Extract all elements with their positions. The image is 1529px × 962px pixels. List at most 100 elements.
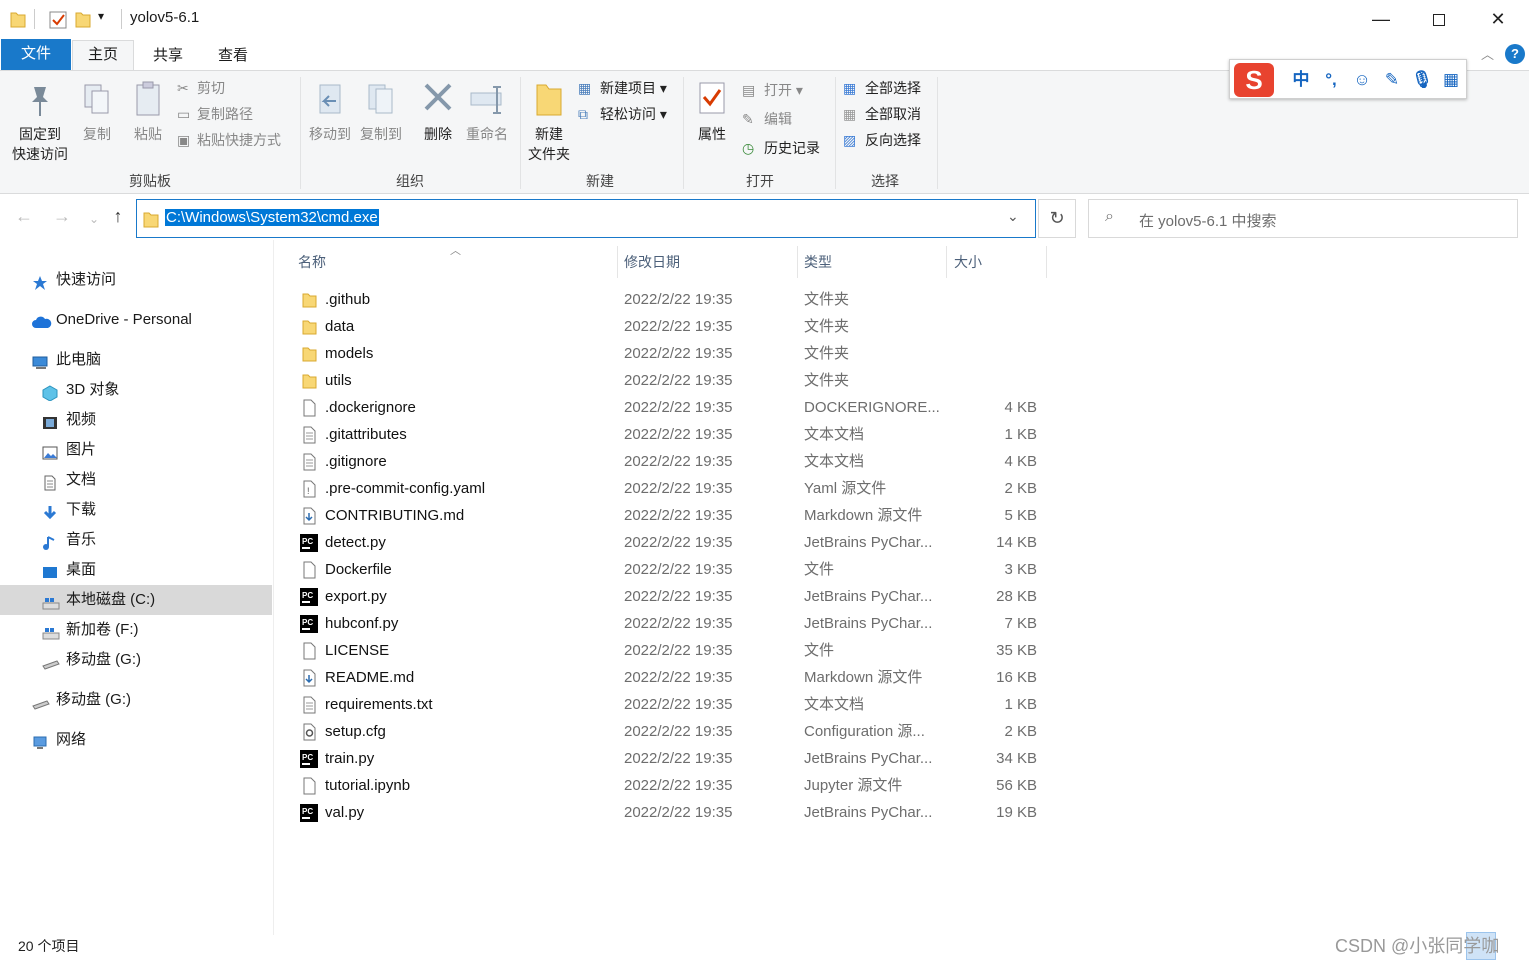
file-row[interactable]: .github 2022/2/22 19:35 文件夹 xyxy=(295,286,1055,313)
file-row[interactable]: LICENSE 2022/2/22 19:35 文件 35 KB xyxy=(295,637,1055,664)
open-button[interactable]: ▤ 打开 ▾ xyxy=(742,79,803,101)
file-date: 2022/2/22 19:35 xyxy=(624,372,733,389)
folder-icon xyxy=(143,212,159,228)
tab-file[interactable]: 文件 xyxy=(1,39,71,70)
select-all-button[interactable]: ▦ 全部选择 xyxy=(843,77,921,99)
sidebar-item[interactable]: 视频 xyxy=(0,405,272,435)
sidebar-item[interactable]: 移动盘 (G:) xyxy=(0,645,272,675)
emoji-icon[interactable]: ☺ xyxy=(1351,69,1373,91)
file-row[interactable]: utils 2022/2/22 19:35 文件夹 xyxy=(295,367,1055,394)
column-divider[interactable] xyxy=(946,246,947,278)
column-divider[interactable] xyxy=(1046,246,1047,278)
new-group-label: 新建 xyxy=(586,173,614,189)
sidebar-item[interactable]: 音乐 xyxy=(0,525,272,555)
column-divider[interactable] xyxy=(617,246,618,278)
pen-icon[interactable]: ✎ xyxy=(1381,69,1403,91)
file-row[interactable]: data 2022/2/22 19:35 文件夹 xyxy=(295,313,1055,340)
column-header-date[interactable]: 修改日期 xyxy=(624,252,680,272)
column-header-size[interactable]: 大小 xyxy=(954,252,982,272)
sidebar-item[interactable]: OneDrive - Personal xyxy=(0,305,272,335)
file-row[interactable]: PC train.py 2022/2/22 19:35 JetBrains PyCha… xyxy=(295,745,1055,772)
copy-path-button[interactable]: ▭ 复制路径 xyxy=(177,103,253,125)
sidebar-item[interactable]: 新加卷 (F:) xyxy=(0,615,272,645)
collapse-ribbon-icon[interactable]: ︿ xyxy=(1481,44,1494,63)
history-button[interactable]: ◷ 历史记录 xyxy=(742,137,820,159)
column-header-type[interactable]: 类型 xyxy=(804,252,832,272)
file-row[interactable]: tutorial.ipynb 2022/2/22 19:35 Jupyter 源文件… xyxy=(295,772,1055,799)
sidebar-item[interactable]: 桌面 xyxy=(0,555,272,585)
minimize-button[interactable]: — xyxy=(1351,0,1411,38)
copy-to-button[interactable]: 复制到 xyxy=(356,79,406,144)
tab-share[interactable]: 共享 xyxy=(140,42,196,70)
edit-button[interactable]: ✎ 编辑 xyxy=(742,108,792,130)
file-row[interactable]: .dockerignore 2022/2/22 19:35 DOCKERIGNORE… xyxy=(295,394,1055,421)
column-divider[interactable] xyxy=(797,246,798,278)
file-row[interactable]: .gitattributes 2022/2/22 19:35 文本文档 1 KB xyxy=(295,421,1055,448)
select-none-button[interactable]: ▦ 全部取消 xyxy=(843,103,921,125)
properties-button[interactable]: 属性 xyxy=(690,79,734,144)
move-to-button[interactable]: 移动到 xyxy=(305,79,355,144)
file-row[interactable]: ! .pre-commit-config.yaml 2022/2/22 19:35 Y… xyxy=(295,475,1055,502)
sidebar-item[interactable]: 移动盘 (G:) xyxy=(0,685,272,715)
new-folder-button[interactable]: 新建 文件夹 xyxy=(524,79,574,164)
sidebar-item-label: 文档 xyxy=(66,471,97,488)
help-icon[interactable]: ? xyxy=(1505,44,1525,64)
file-date: 2022/2/22 19:35 xyxy=(624,507,733,524)
microphone-icon[interactable]: 🎙 xyxy=(1411,69,1433,91)
file-row[interactable]: models 2022/2/22 19:35 文件夹 xyxy=(295,340,1055,367)
grid-menu-icon[interactable]: ▦ xyxy=(1440,69,1462,91)
close-button[interactable]: ✕ xyxy=(1468,0,1528,38)
file-row[interactable]: requirements.txt 2022/2/22 19:35 文本文档 1 KB xyxy=(295,691,1055,718)
sidebar-item[interactable]: 此电脑 xyxy=(0,345,272,375)
properties-check-icon[interactable] xyxy=(49,9,67,29)
sidebar-item[interactable]: 本地磁盘 (C:) xyxy=(0,585,272,615)
sidebar-item[interactable]: 网络 xyxy=(0,725,272,755)
chinese-mode-button[interactable]: 中 xyxy=(1290,69,1312,91)
sogou-logo-icon[interactable]: S xyxy=(1234,63,1274,97)
status-item-count: 20 个项目 xyxy=(18,938,80,954)
up-button[interactable]: ↑ xyxy=(106,206,130,227)
cut-button[interactable]: ✂ 剪切 xyxy=(177,77,225,99)
address-bar[interactable]: C:\Windows\System32\cmd.exe ⌄ xyxy=(136,199,1036,238)
tab-view[interactable]: 查看 xyxy=(205,42,261,70)
rename-button[interactable]: 重命名 xyxy=(462,79,512,144)
file-row[interactable]: .gitignore 2022/2/22 19:35 文本文档 4 KB xyxy=(295,448,1055,475)
paste-button[interactable]: 粘贴 xyxy=(126,79,170,144)
file-row[interactable]: Dockerfile 2022/2/22 19:35 文件 3 KB xyxy=(295,556,1055,583)
sidebar-item[interactable]: 图片 xyxy=(0,435,272,465)
invert-selection-button[interactable]: ▨ 反向选择 xyxy=(843,129,921,151)
delete-button[interactable]: 删除 xyxy=(418,79,458,144)
new-item-button[interactable]: ▦ 新建项目 ▾ xyxy=(578,77,667,99)
back-button[interactable]: ← xyxy=(12,206,36,227)
file-row[interactable]: README.md 2022/2/22 19:35 Markdown 源文件 16 K… xyxy=(295,664,1055,691)
forward-button[interactable]: → xyxy=(50,206,74,227)
address-input[interactable]: C:\Windows\System32\cmd.exe xyxy=(165,209,379,226)
maximize-button[interactable] xyxy=(1409,0,1469,38)
search-box[interactable]: ⌕ 在 yolov5-6.1 中搜索 xyxy=(1088,199,1518,238)
refresh-button[interactable]: ↻ xyxy=(1038,199,1076,238)
punctuation-button[interactable]: °, xyxy=(1320,69,1342,91)
copy-button[interactable]: 复制 xyxy=(77,79,117,144)
tab-home[interactable]: 主页 xyxy=(72,40,134,71)
paste-shortcut-button[interactable]: ▣ 粘贴快捷方式 xyxy=(177,129,281,151)
file-row[interactable]: PC export.py 2022/2/22 19:35 JetBrains PyCh… xyxy=(295,583,1055,610)
pin-quick-access-button[interactable]: 固定到 快速访问 xyxy=(6,79,74,164)
sidebar-item[interactable]: 3D 对象 xyxy=(0,375,272,405)
file-row[interactable]: setup.cfg 2022/2/22 19:35 Configuration 源.… xyxy=(295,718,1055,745)
sidebar-item[interactable]: 下载 xyxy=(0,495,272,525)
file-row[interactable]: PC detect.py 2022/2/22 19:35 JetBrains PyCh… xyxy=(295,529,1055,556)
sidebar-item[interactable]: 文档 xyxy=(0,465,272,495)
file-type: 文本文档 xyxy=(804,426,865,443)
file-row[interactable]: PC hubconf.py 2022/2/22 19:35 JetBrains PyC… xyxy=(295,610,1055,637)
file-row[interactable]: PC val.py 2022/2/22 19:35 JetBrains PyChar.… xyxy=(295,799,1055,826)
search-input[interactable]: 在 yolov5-6.1 中搜索 xyxy=(1139,210,1277,231)
column-header-name[interactable]: 名称 xyxy=(298,252,326,272)
new-folder-icon[interactable] xyxy=(75,10,91,28)
title-bar: ▾ yolov5-6.1 — ✕ xyxy=(0,0,1529,38)
qat-dropdown[interactable]: ▾ xyxy=(98,9,104,23)
file-row[interactable]: CONTRIBUTING.md 2022/2/22 19:35 Markdown 源… xyxy=(295,502,1055,529)
sidebar-item[interactable]: 快速访问 xyxy=(0,265,272,295)
easy-access-button[interactable]: ⧉ 轻松访问 ▾ xyxy=(578,103,667,125)
recent-locations-button[interactable]: ⌄ xyxy=(82,212,106,226)
address-dropdown-icon[interactable]: ⌄ xyxy=(1007,208,1019,225)
